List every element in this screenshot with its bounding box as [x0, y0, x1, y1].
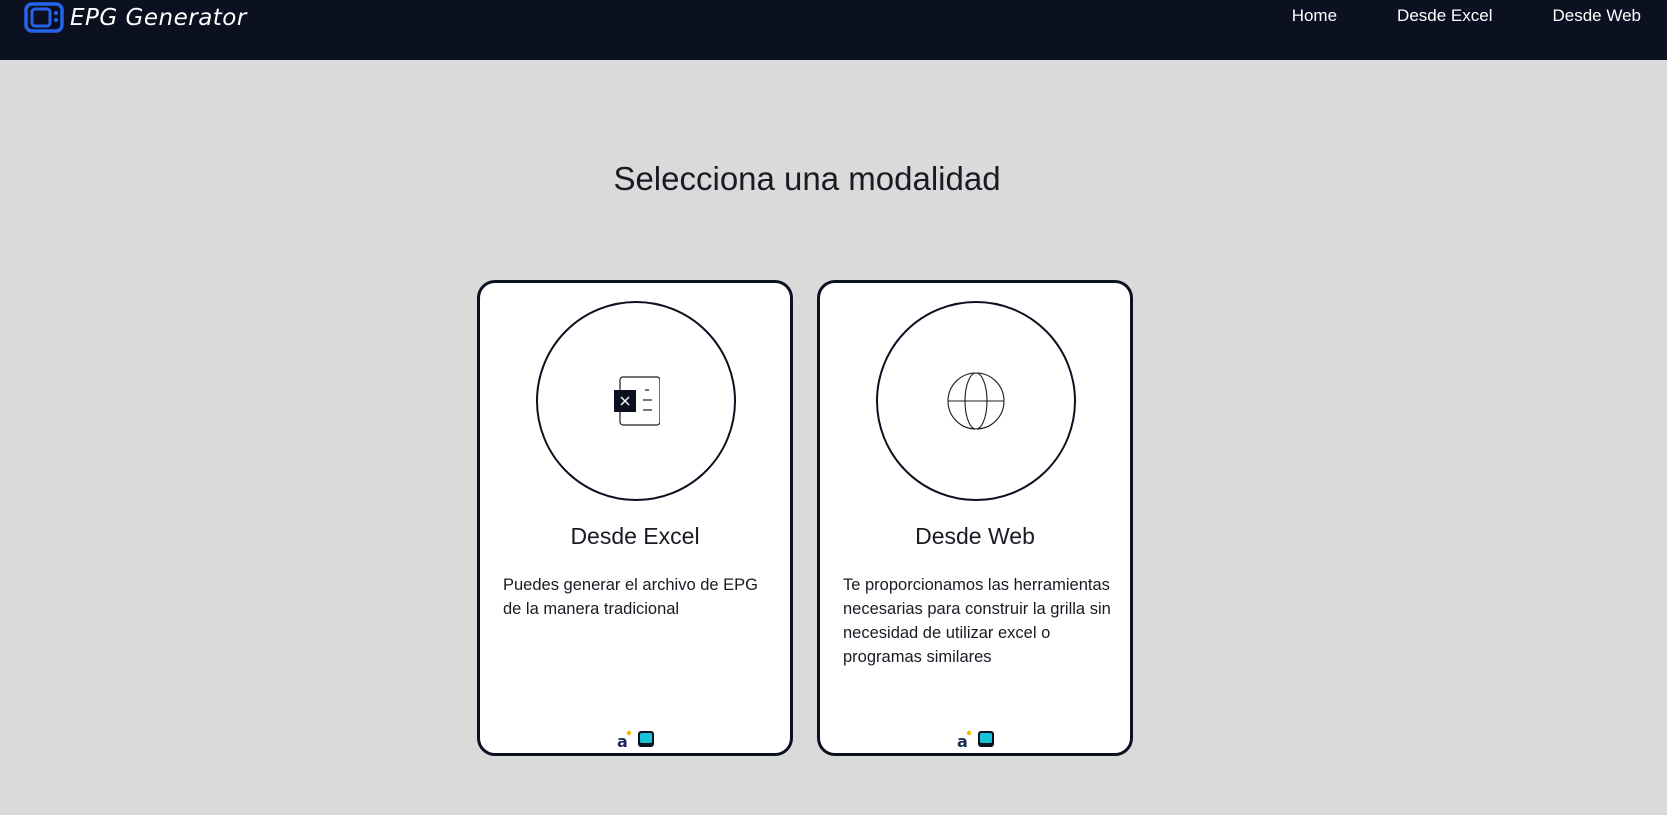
page-title: Selecciona una modalidad: [613, 160, 1001, 197]
screen-badge-icon: [638, 731, 654, 747]
top-navbar: EPG Generator Home Desde Excel Desde Web: [0, 0, 1667, 60]
screen-badge-icon: [978, 731, 994, 747]
brand-name: EPG Generator: [70, 5, 247, 31]
letter-a-badge-icon: a: [957, 730, 972, 749]
brand-logo-link[interactable]: EPG Generator: [24, 0, 247, 36]
excel-file-icon: [614, 376, 660, 426]
letter-a-badge-icon: a: [617, 730, 632, 749]
nav-link-desde-excel[interactable]: Desde Excel: [1397, 6, 1492, 26]
card-icon-circle: [876, 301, 1076, 501]
svg-text:a: a: [617, 732, 628, 749]
card-footer-icons: a: [480, 729, 790, 749]
main-nav: Home Desde Excel Desde Web: [1232, 0, 1641, 32]
nav-link-home[interactable]: Home: [1292, 6, 1337, 26]
globe-icon: [947, 372, 1005, 430]
card-footer-icons: a: [820, 729, 1130, 749]
mode-card-web[interactable]: Desde Web Te proporcionamos las herramie…: [817, 280, 1133, 756]
card-title: Desde Web: [915, 523, 1035, 549]
nav-link-desde-web[interactable]: Desde Web: [1552, 6, 1641, 26]
mode-card-excel[interactable]: Desde Excel Puedes generar el archivo de…: [477, 280, 793, 756]
card-icon-circle: [536, 301, 736, 501]
svg-text:a: a: [957, 732, 968, 749]
card-description: Te proporcionamos las herramientas neces…: [843, 576, 1111, 666]
card-description: Puedes generar el archivo de EPG de la m…: [503, 576, 758, 618]
tv-icon: [24, 2, 64, 33]
card-title: Desde Excel: [570, 523, 700, 549]
